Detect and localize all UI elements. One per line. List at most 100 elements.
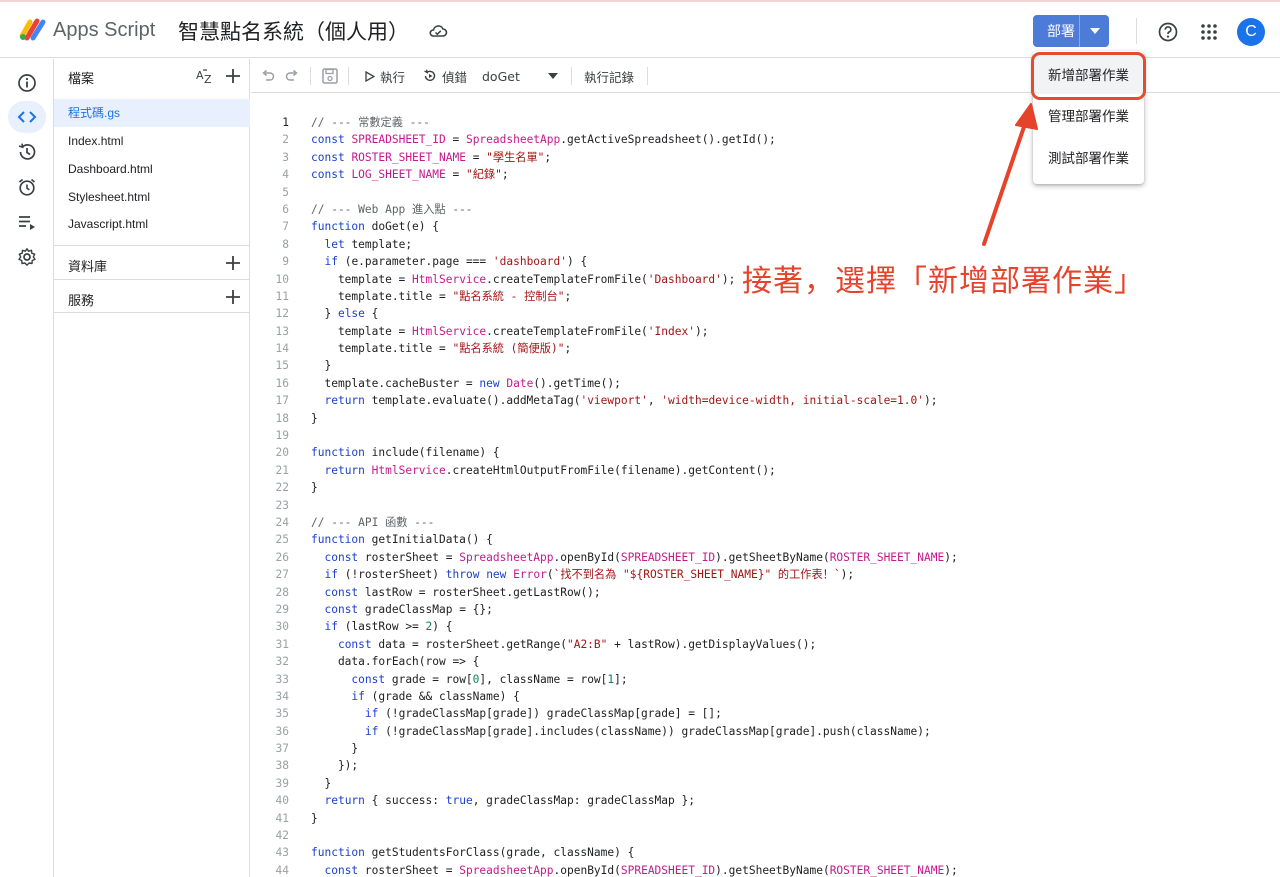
code-lines[interactable]: 1 // --- 常數定義 --- 2 const SPREADSHEET_ID = … (251, 114, 1280, 877)
line-number: 23 (275, 498, 289, 512)
settings-icon[interactable] (8, 241, 46, 273)
code-line[interactable]: 33 const grade = row[0], className = row… (251, 671, 1280, 688)
add-service-icon[interactable] (225, 289, 241, 305)
executions-icon[interactable] (8, 206, 46, 238)
line-text: const grade = row[0], className = row[1]… (351, 672, 628, 686)
undo-icon[interactable] (261, 59, 275, 93)
deploy-button[interactable]: 部署 (1033, 15, 1109, 47)
function-select[interactable]: doGet (482, 59, 558, 93)
chevron-down-icon (548, 73, 558, 79)
line-text: template.cacheBuster = new Date().getTim… (311, 376, 621, 390)
code-line[interactable]: 8 let template; (251, 236, 1280, 253)
sort-az-icon[interactable]: AZ (195, 66, 215, 86)
add-library-icon[interactable] (225, 255, 241, 271)
file-item[interactable]: Dashboard.html (54, 155, 250, 183)
code-icon[interactable] (8, 101, 46, 133)
project-title[interactable]: 智慧點名系統（個人用） (178, 16, 409, 46)
code-line[interactable]: 40 return { success: true, gradeClassMap… (251, 792, 1280, 809)
code-line[interactable]: 18} (251, 410, 1280, 427)
menu-item-test-deployments[interactable]: 測試部署作業 (1033, 137, 1144, 177)
run-label: 執行 (380, 69, 406, 85)
line-text: if (grade && className) { (351, 689, 520, 703)
toolbar-divider (348, 67, 349, 85)
run-button[interactable]: 執行 (365, 59, 405, 93)
code-line[interactable]: 6 // --- Web App 進入點 --- (251, 201, 1280, 218)
help-icon[interactable] (1157, 21, 1179, 43)
code-line[interactable]: 19 (251, 427, 1280, 444)
line-number: 36 (275, 724, 289, 738)
line-number: 2 (282, 133, 289, 147)
code-line[interactable]: 41} (251, 810, 1280, 827)
code-line[interactable]: 24 // --- API 函數 --- (251, 514, 1280, 531)
file-item[interactable]: Stylesheet.html (54, 183, 250, 211)
menu-item-manage-deployments[interactable]: 管理部署作業 (1033, 95, 1144, 135)
file-item[interactable]: Index.html (54, 127, 250, 155)
code-line[interactable]: 14 template.title = "點名系統 (簡便版)"; (251, 340, 1280, 357)
code-line[interactable]: 16 template.cacheBuster = new Date().get… (251, 375, 1280, 392)
line-number: 41 (275, 811, 289, 825)
line-number: 24 (275, 515, 289, 529)
add-file-icon[interactable] (225, 68, 241, 84)
line-number: 17 (275, 394, 289, 408)
code-line[interactable]: 12 } else { (251, 305, 1280, 322)
svg-text:Z: Z (204, 73, 212, 86)
libraries-section[interactable]: 資料庫 (54, 245, 250, 279)
files-header: 檔案 AZ (54, 59, 250, 93)
code-line[interactable]: 29 const gradeClassMap = {}; (251, 601, 1280, 618)
history-icon[interactable] (8, 136, 46, 168)
file-item[interactable]: Javascript.html (54, 210, 250, 238)
line-number: 3 (282, 150, 289, 164)
code-line[interactable]: 42 (251, 827, 1280, 844)
line-text: if (e.parameter.page === 'dashboard') { (324, 255, 588, 269)
code-line[interactable]: 43 function getStudentsForClass(grade, cl… (251, 844, 1280, 861)
code-line[interactable]: 28 const lastRow = rosterSheet.getLastRo… (251, 584, 1280, 601)
code-line[interactable]: 31 const data = rosterSheet.getRange("A2… (251, 636, 1280, 653)
code-line[interactable]: 5 (251, 184, 1280, 201)
code-line[interactable]: 38 }); (251, 757, 1280, 774)
cloud-saved-icon (428, 22, 448, 40)
code-line[interactable]: 34 if (grade && className) { (251, 688, 1280, 705)
file-item[interactable]: 程式碼.gs (54, 99, 250, 127)
code-line[interactable]: 36 if (!gradeClassMap[grade].includes(cl… (251, 723, 1280, 740)
google-apps-icon[interactable] (1200, 23, 1218, 41)
code-line[interactable]: 7 function doGet(e) { (251, 218, 1280, 235)
app-name[interactable]: Apps Script (53, 19, 155, 42)
line-number: 4 (282, 168, 289, 182)
code-line[interactable]: 23 (251, 497, 1280, 514)
avatar[interactable]: C (1237, 18, 1265, 46)
line-number: 5 (282, 185, 289, 199)
menu-item-new-deployment[interactable]: 新增部署作業 (1033, 54, 1144, 94)
info-icon[interactable] (8, 67, 46, 99)
alarm-icon[interactable] (8, 171, 46, 203)
line-text: function getInitialData() { (311, 533, 493, 547)
line-text: } (311, 359, 332, 373)
code-line[interactable]: 15 } (251, 357, 1280, 374)
code-editor[interactable]: 1 // --- 常數定義 --- 2 const SPREADSHEET_ID = … (251, 93, 1280, 877)
code-line[interactable]: 17 return template.evaluate().addMetaTag… (251, 392, 1280, 409)
services-section[interactable]: 服務 (54, 279, 250, 313)
line-text: template = HtmlService.createTemplateFro… (311, 324, 709, 338)
code-line[interactable]: 25 function getInitialData() { (251, 531, 1280, 548)
code-line[interactable]: 32 data.forEach(row => { (251, 653, 1280, 670)
header-divider (1136, 18, 1137, 44)
line-text: if (!gradeClassMap[grade].includes(class… (364, 724, 931, 738)
redo-icon[interactable] (285, 59, 299, 93)
line-number: 42 (275, 829, 289, 843)
line-number: 9 (282, 255, 289, 269)
code-line[interactable]: 30 if (lastRow >= 2) { (251, 618, 1280, 635)
code-line[interactable]: 27 if (!rosterSheet) throw new Error(`找不… (251, 566, 1280, 583)
code-line[interactable]: 26 const rosterSheet = SpreadsheetApp.op… (251, 549, 1280, 566)
execution-log-button[interactable]: 執行記錄 (584, 59, 634, 93)
code-line[interactable]: 44 const rosterSheet = SpreadsheetApp.op… (251, 862, 1280, 877)
code-line[interactable]: 13 template = HtmlService.createTemplate… (251, 323, 1280, 340)
line-number: 18 (275, 411, 289, 425)
save-icon[interactable] (321, 59, 339, 93)
code-line[interactable]: 22} (251, 479, 1280, 496)
code-line[interactable]: 37 } (251, 740, 1280, 757)
code-line[interactable]: 20 function include(filename) { (251, 444, 1280, 461)
code-line[interactable]: 21 return HtmlService.createHtmlOutputFr… (251, 462, 1280, 479)
code-line[interactable]: 35 if (!gradeClassMap[grade]) gradeClass… (251, 705, 1280, 722)
code-line[interactable]: 39 } (251, 775, 1280, 792)
debug-button[interactable]: 偵錯 (423, 59, 467, 93)
files-title: 檔案 (68, 72, 95, 87)
